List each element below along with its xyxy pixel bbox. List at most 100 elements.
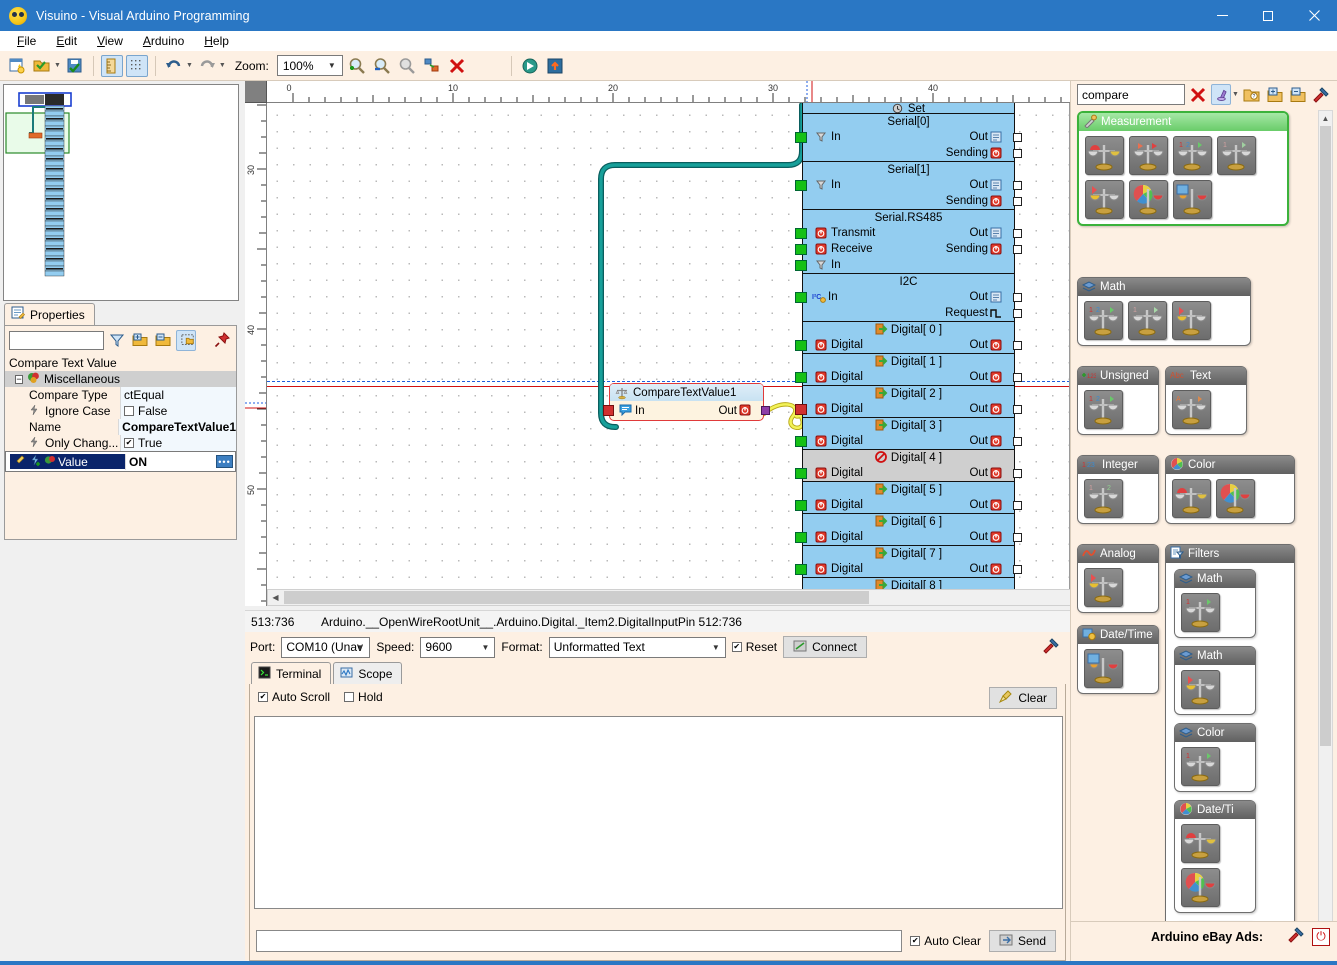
property-value-value[interactable]: ON	[129, 455, 147, 469]
toggle-ruler-icon[interactable]	[101, 55, 123, 77]
palette-search-input[interactable]: compare	[1077, 84, 1185, 105]
input-pin-connected[interactable]	[795, 404, 807, 415]
input-pin[interactable]	[795, 132, 807, 143]
output-pin-sending[interactable]	[1013, 245, 1022, 254]
power-off-icon[interactable]: ⏻	[1312, 928, 1330, 946]
input-pin-in[interactable]	[603, 405, 614, 416]
compile-icon[interactable]	[519, 55, 541, 77]
component-color-compare-icon[interactable]	[1181, 824, 1220, 863]
component-scale-analog-icon[interactable]	[1181, 670, 1220, 709]
pin-property-icon[interactable]	[16, 454, 28, 469]
tab-properties[interactable]: Properties	[4, 303, 95, 325]
component-digital-5[interactable]: Digital[ 5 ] Digital Out	[802, 481, 1015, 514]
format-select[interactable]: Unformatted Text ▼	[549, 637, 726, 658]
zoom-select[interactable]: 100% ▼	[277, 55, 343, 76]
connect-button[interactable]: Connect	[783, 636, 867, 658]
component-datetime-scale-icon[interactable]	[1084, 649, 1123, 688]
close-button[interactable]	[1291, 0, 1337, 31]
zoom-reset-icon[interactable]	[396, 55, 418, 77]
properties-search-input[interactable]	[9, 331, 104, 350]
input-pin[interactable]	[795, 500, 807, 511]
output-pin[interactable]	[1013, 405, 1022, 414]
component-scale-int-icon[interactable]: 12	[1084, 479, 1123, 518]
expand-collapse-icon[interactable]: −	[15, 375, 23, 384]
menu-arduino[interactable]: Arduino	[134, 32, 193, 50]
group-by-category-icon[interactable]	[130, 330, 150, 350]
wizard-icon[interactable]	[1211, 84, 1231, 105]
property-value-name[interactable]: CompareTextValue1	[122, 420, 236, 434]
component-scale-123-icon[interactable]: 12	[1084, 390, 1123, 429]
component-digital-3[interactable]: Digital[ 3 ] Digital Out	[802, 417, 1015, 450]
open-file-icon[interactable]	[31, 55, 53, 77]
palette-groups-area[interactable]: Measurement 12 1	[1075, 110, 1319, 933]
component-scale-123-icon[interactable]: 1	[1181, 593, 1220, 632]
component-datetime-scale-icon[interactable]	[1173, 180, 1212, 219]
navigator-thumbnail-panel[interactable]	[3, 84, 239, 301]
filter-icon[interactable]	[107, 330, 127, 350]
menu-help[interactable]: Help	[195, 32, 238, 50]
undo-dropdown-caret-icon[interactable]: ▼	[186, 62, 193, 69]
menu-file[interactable]: File	[8, 32, 45, 50]
send-button[interactable]: Send	[989, 930, 1056, 952]
output-pin-out[interactable]	[761, 406, 770, 415]
zoom-in-icon[interactable]	[346, 55, 368, 77]
component-scale-abc-icon[interactable]: A	[1172, 390, 1211, 429]
tab-terminal[interactable]: Terminal	[251, 662, 331, 684]
component-digital-1[interactable]: Digital[ 1 ] Digital Out	[802, 353, 1015, 386]
hold-checkbox[interactable]	[344, 692, 354, 702]
component-digital-7[interactable]: Digital[ 7 ] Digital Out	[802, 545, 1015, 578]
output-pin[interactable]	[1013, 293, 1022, 302]
folder-help-icon[interactable]: ?	[1242, 85, 1262, 105]
property-row-compare-type[interactable]: Compare Type ctEqual	[5, 387, 236, 403]
tools-icon[interactable]	[1311, 85, 1331, 105]
palette-group-filters-color[interactable]: Date/Ti	[1174, 800, 1256, 913]
input-pin[interactable]	[795, 372, 807, 383]
input-pin[interactable]	[795, 340, 807, 351]
menu-view[interactable]: View	[88, 32, 132, 50]
maximize-button[interactable]	[1245, 0, 1291, 31]
clear-filter-icon[interactable]	[1188, 85, 1208, 105]
component-serial-rs485[interactable]: Serial.RS485 Transmit Out	[802, 209, 1015, 274]
palette-group-filters-math-1[interactable]: Math 1	[1174, 569, 1256, 638]
new-file-icon[interactable]	[6, 55, 28, 77]
hold-group[interactable]: Hold	[344, 690, 383, 704]
component-color-wheel-scale-icon[interactable]	[1181, 868, 1220, 907]
scroll-left-button[interactable]: ◀	[268, 590, 283, 605]
input-pin[interactable]	[795, 436, 807, 447]
auto-scroll-group[interactable]: ✔ Auto Scroll	[258, 690, 330, 704]
component-digital-6[interactable]: Digital[ 6 ] Digital Out	[802, 513, 1015, 546]
add-pin-icon[interactable]	[30, 454, 42, 469]
show-all-folders-icon[interactable]	[176, 330, 196, 351]
palette-group-filters[interactable]: Filters Math 1	[1165, 544, 1295, 933]
component-color-compare-icon[interactable]	[1085, 136, 1124, 175]
palette-scroll-thumb[interactable]	[1320, 126, 1331, 746]
palette-group-measurement[interactable]: Measurement 12 1	[1077, 111, 1289, 226]
output-pin[interactable]	[1013, 533, 1022, 542]
property-row-only-changed[interactable]: Only Chang... ✔ True	[5, 435, 236, 451]
component-digital-0[interactable]: Digital[ 0 ] Digital Out	[802, 321, 1015, 354]
undo-icon[interactable]	[163, 55, 185, 77]
menu-edit[interactable]: Edit	[47, 32, 86, 50]
property-value-compare-type[interactable]: ctEqual	[124, 388, 164, 402]
delete-icon[interactable]	[446, 55, 468, 77]
component-scale-red-icon[interactable]	[1129, 136, 1168, 175]
reset-checkbox-group[interactable]: ✔ Reset	[732, 640, 777, 654]
palette-group-filters-math-3[interactable]: Color 1	[1174, 723, 1256, 792]
output-pin[interactable]	[1013, 181, 1022, 190]
minimap-canvas[interactable]	[4, 85, 238, 300]
component-scale-grey-icon[interactable]: 1	[1217, 136, 1256, 175]
minimize-button[interactable]	[1199, 0, 1245, 31]
send-input[interactable]	[256, 930, 902, 952]
arrange-icon[interactable]	[421, 55, 443, 77]
scroll-thumb-horizontal[interactable]	[284, 591, 869, 604]
auto-clear-checkbox[interactable]: ✔	[910, 936, 920, 946]
output-pin-sending[interactable]	[1013, 197, 1022, 206]
clear-button[interactable]: Clear	[989, 687, 1057, 709]
input-pin-transmit[interactable]	[795, 228, 807, 239]
property-row-value[interactable]: Value ON •••	[5, 451, 236, 472]
ads-tools-icon[interactable]	[1287, 926, 1305, 947]
component-color-compare-icon[interactable]	[1172, 479, 1211, 518]
save-file-icon[interactable]	[64, 55, 86, 77]
port-select[interactable]: COM10 (Unav ▼	[281, 637, 370, 658]
input-pin-in[interactable]	[795, 260, 807, 271]
